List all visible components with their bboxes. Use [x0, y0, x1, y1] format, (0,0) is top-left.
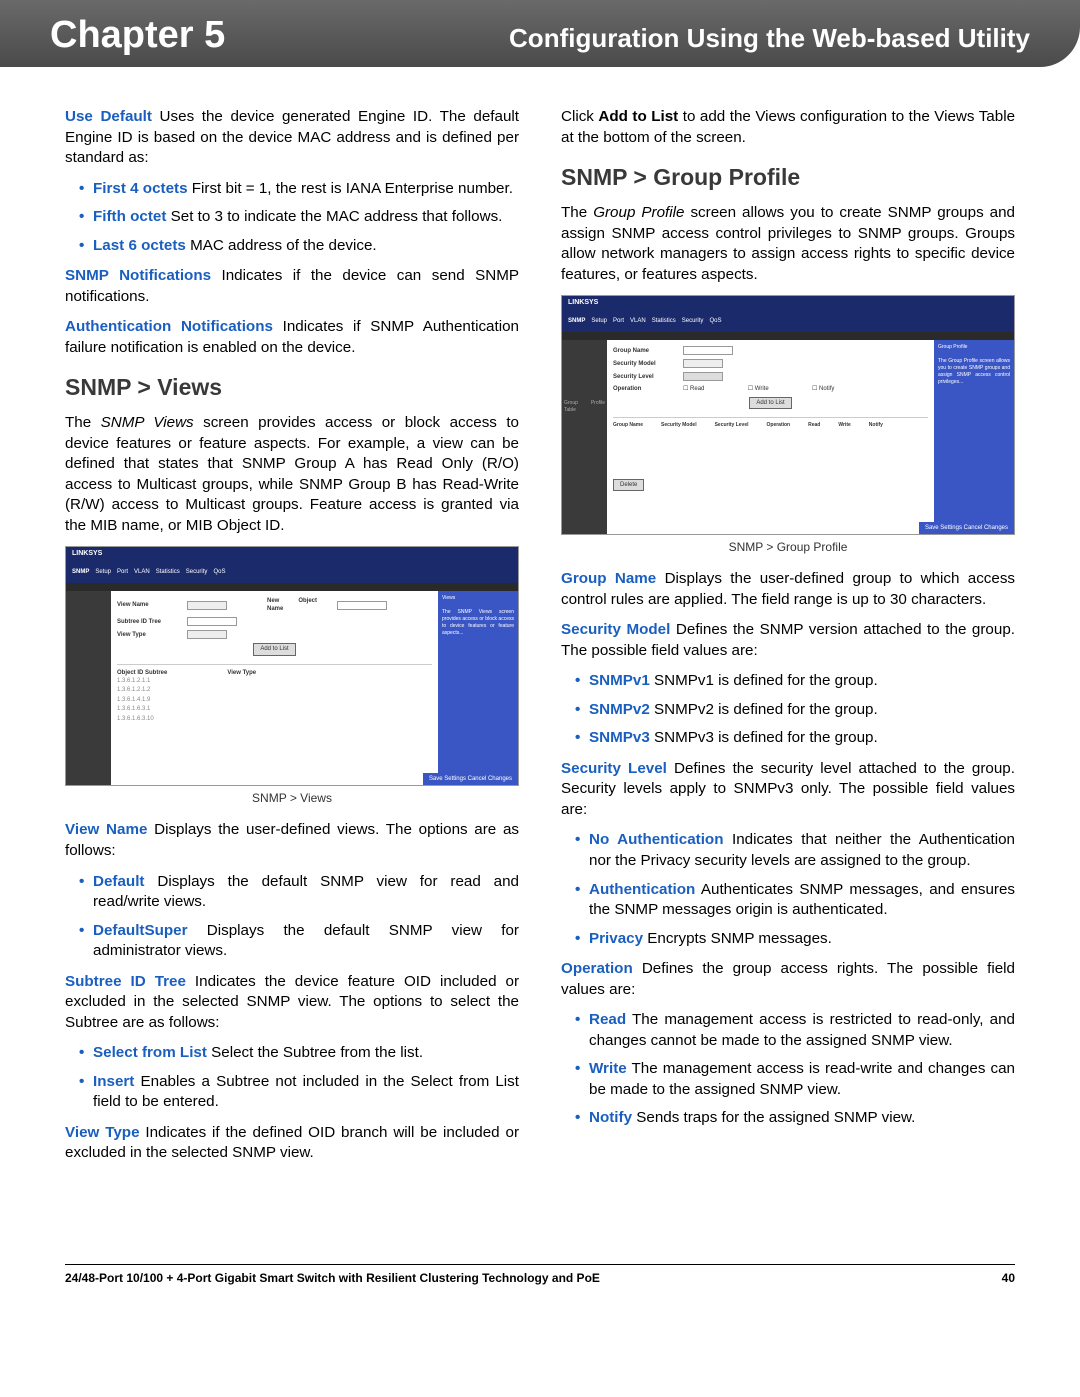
page-footer: 24/48-Port 10/100 + 4-Port Gigabit Smart…	[65, 1264, 1015, 1285]
term-view-type: View Type	[65, 1124, 140, 1141]
term-use-default: Use Default	[65, 108, 152, 125]
para-group-intro: The Group Profile screen allows you to c…	[561, 203, 1015, 285]
ss-save-bar: Save Settings Cancel Changes	[423, 773, 518, 785]
list-item: SNMPv2 SNMPv2 is defined for the group.	[575, 700, 1015, 721]
security-level-list: No Authentication Indicates that neither…	[575, 830, 1015, 949]
list-item: SNMPv1 SNMPv1 is defined for the group.	[575, 671, 1015, 692]
page-header: Chapter 5 Configuration Using the Web-ba…	[0, 0, 1080, 67]
right-column: Click Add to List to add the Views confi…	[561, 107, 1015, 1174]
ss-help-panel: ViewsThe SNMP Views screen provides acce…	[438, 591, 518, 785]
term-snmp-notifications: SNMP Notifications	[65, 267, 211, 284]
list-item: No Authentication Indicates that neither…	[575, 830, 1015, 871]
list-item: First 4 octets First bit = 1, the rest i…	[79, 179, 519, 200]
para-group-name: Group Name Displays the user-defined gro…	[561, 569, 1015, 610]
heading-snmp-views: SNMP > Views	[65, 372, 519, 403]
para-snmp-notifications: SNMP Notifications Indicates if the devi…	[65, 266, 519, 307]
para-security-model: Security Model Defines the SNMP version …	[561, 620, 1015, 661]
ss-tabbar: SNMP SetupPortVLAN StatisticsSecurityQoS	[66, 561, 518, 583]
left-column: Use Default Uses the device generated En…	[65, 107, 519, 1174]
para-use-default: Use Default Uses the device generated En…	[65, 107, 519, 169]
ss-tabbar: SNMP SetupPortVLAN StatisticsSecurityQoS	[562, 310, 1014, 332]
ss-sidebar: Group Profile Table	[562, 340, 607, 534]
ss-add-to-list-button: Add to List	[749, 397, 791, 409]
list-item: Last 6 octets MAC address of the device.	[79, 236, 519, 257]
term-security-level: Security Level	[561, 760, 667, 777]
ss-main-panel: Group Name Security Model Security Level…	[607, 340, 934, 534]
term-subtree-id: Subtree ID Tree	[65, 973, 186, 990]
list-item: Insert Enables a Subtree not included in…	[79, 1072, 519, 1113]
ss-main-panel: View Name New Object Name Subtree ID Tre…	[111, 591, 438, 785]
list-item: Default Displays the default SNMP view f…	[79, 872, 519, 913]
operation-list: Read The management access is restricted…	[575, 1010, 1015, 1129]
view-name-list: Default Displays the default SNMP view f…	[79, 872, 519, 962]
ss-save-bar: Save Settings Cancel Changes	[919, 522, 1014, 534]
ss-help-panel: Group ProfileThe Group Profile screen al…	[934, 340, 1014, 534]
para-security-level: Security Level Defines the security leve…	[561, 759, 1015, 821]
list-item: Write The management access is read-writ…	[575, 1059, 1015, 1100]
list-item: Privacy Encrypts SNMP messages.	[575, 929, 1015, 950]
header-title: Configuration Using the Web-based Utilit…	[509, 23, 1030, 54]
screenshot-snmp-views: LINKSYS SNMP SetupPortVLAN StatisticsSec…	[65, 546, 519, 786]
subtree-list: Select from List Select the Subtree from…	[79, 1043, 519, 1113]
para-operation: Operation Defines the group access right…	[561, 959, 1015, 1000]
caption-snmp-group: SNMP > Group Profile	[561, 539, 1015, 555]
term-security-model: Security Model	[561, 621, 670, 638]
ss-add-to-list-button: Add to List	[253, 643, 295, 655]
para-auth-notifications: Authentication Notifications Indicates i…	[65, 317, 519, 358]
para-view-name: View Name Displays the user-defined view…	[65, 820, 519, 861]
heading-snmp-group-profile: SNMP > Group Profile	[561, 162, 1015, 193]
screenshot-snmp-group-profile: LINKSYS SNMP SetupPortVLAN StatisticsSec…	[561, 295, 1015, 535]
term-auth-notifications: Authentication Notifications	[65, 318, 273, 335]
ss-sidebar	[66, 591, 111, 785]
list-item: Read The management access is restricted…	[575, 1010, 1015, 1051]
caption-snmp-views: SNMP > Views	[65, 790, 519, 806]
ss-brand: LINKSYS	[562, 296, 1014, 310]
para-views-intro: The SNMP Views screen provides access or…	[65, 413, 519, 536]
para-view-type: View Type Indicates if the defined OID b…	[65, 1123, 519, 1164]
list-item: Fifth octet Set to 3 to indicate the MAC…	[79, 207, 519, 228]
footer-product: 24/48-Port 10/100 + 4-Port Gigabit Smart…	[65, 1271, 600, 1285]
footer-page-number: 40	[1002, 1271, 1015, 1285]
term-view-name: View Name	[65, 821, 147, 838]
ss-brand: LINKSYS	[66, 547, 518, 561]
list-item: Authentication Authenticates SNMP messag…	[575, 880, 1015, 921]
list-item: SNMPv3 SNMPv3 is defined for the group.	[575, 728, 1015, 749]
term-group-name: Group Name	[561, 570, 656, 587]
security-model-list: SNMPv1 SNMPv1 is defined for the group. …	[575, 671, 1015, 749]
chapter-label: Chapter 5	[50, 14, 225, 57]
para-add-to-list: Click Add to List to add the Views confi…	[561, 107, 1015, 148]
page-body: Use Default Uses the device generated En…	[0, 107, 1080, 1214]
term-operation: Operation	[561, 960, 633, 977]
para-subtree: Subtree ID Tree Indicates the device fea…	[65, 972, 519, 1034]
list-item: DefaultSuper Displays the default SNMP v…	[79, 921, 519, 962]
octet-list: First 4 octets First bit = 1, the rest i…	[79, 179, 519, 257]
list-item: Select from List Select the Subtree from…	[79, 1043, 519, 1064]
list-item: Notify Sends traps for the assigned SNMP…	[575, 1108, 1015, 1129]
